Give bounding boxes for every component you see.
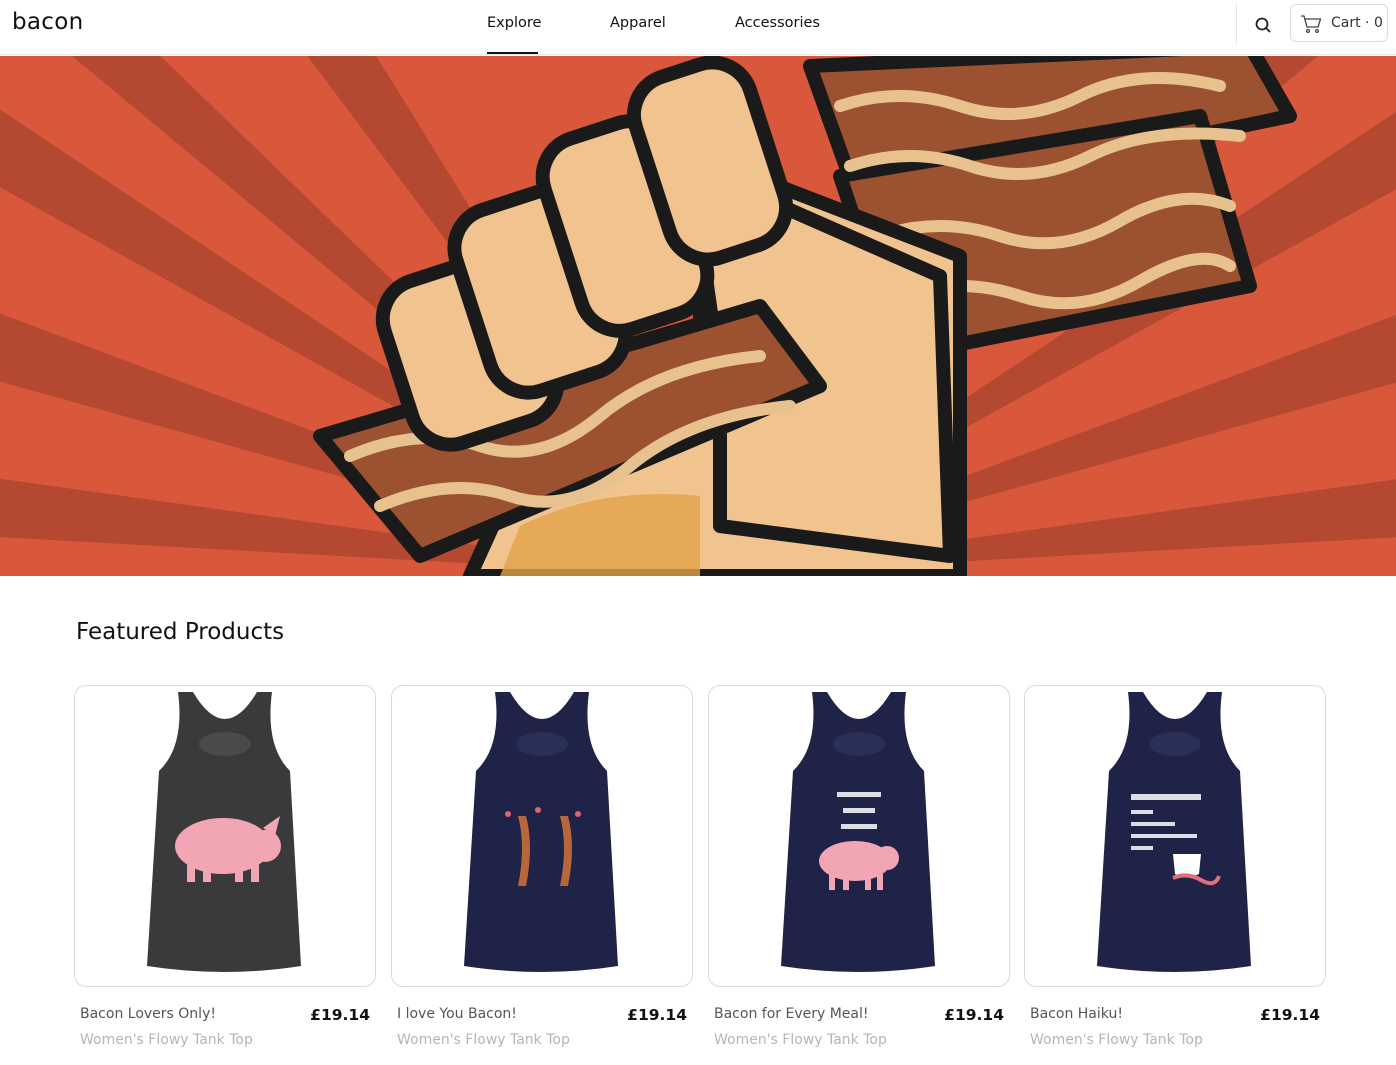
product-image[interactable] <box>708 685 1010 987</box>
product-price: £19.14 <box>310 1006 370 1024</box>
search-button[interactable] <box>1248 12 1278 38</box>
nav-explore[interactable]: Explore <box>487 15 541 31</box>
hero-banner <box>0 56 1396 576</box>
product-name[interactable]: I love You Bacon! <box>397 1006 517 1022</box>
product-image[interactable] <box>74 685 376 987</box>
search-icon <box>1255 17 1271 33</box>
bacon-fist-illustration <box>0 56 1396 576</box>
cart-button[interactable]: Cart · 0 <box>1290 4 1388 42</box>
product-name[interactable]: Bacon for Every Meal! <box>714 1006 868 1022</box>
active-nav-indicator <box>487 52 538 54</box>
product-type: Women's Flowy Tank Top <box>80 1032 253 1048</box>
header-divider <box>1236 4 1237 44</box>
product-type: Women's Flowy Tank Top <box>397 1032 570 1048</box>
product-price: £19.14 <box>944 1006 1004 1024</box>
cart-label: Cart · 0 <box>1331 15 1383 31</box>
product-name[interactable]: Bacon Lovers Only! <box>80 1006 216 1022</box>
product-type: Women's Flowy Tank Top <box>1030 1032 1203 1048</box>
product-image[interactable] <box>391 685 693 987</box>
product-price: £19.14 <box>627 1006 687 1024</box>
brand-logo[interactable]: bacon <box>12 9 84 35</box>
nav-apparel[interactable]: Apparel <box>610 15 666 31</box>
cart-icon <box>1301 15 1322 34</box>
top-navigation-bar: bacon Explore Apparel Accessories Cart ·… <box>0 0 1396 55</box>
product-type: Women's Flowy Tank Top <box>714 1032 887 1048</box>
product-name[interactable]: Bacon Haiku! <box>1030 1006 1123 1022</box>
product-price: £19.14 <box>1260 1006 1320 1024</box>
product-image[interactable] <box>1024 685 1326 987</box>
featured-products-heading: Featured Products <box>76 619 285 645</box>
nav-accessories[interactable]: Accessories <box>735 15 820 31</box>
